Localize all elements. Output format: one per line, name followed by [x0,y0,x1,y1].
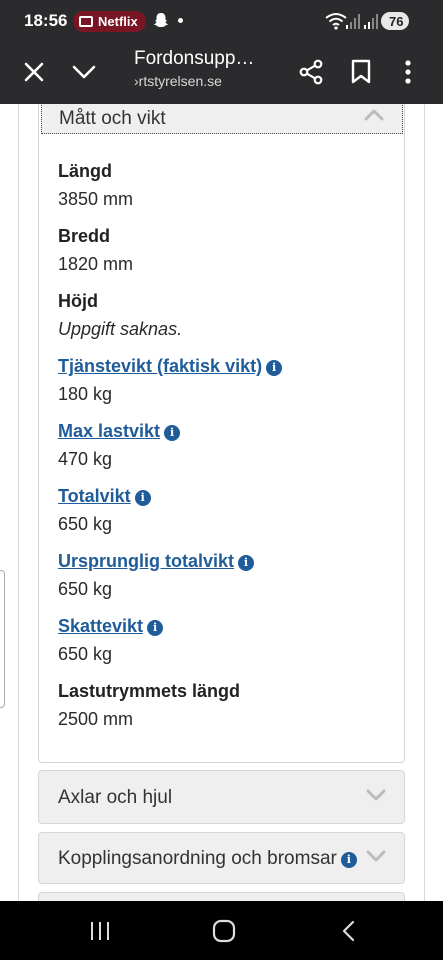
field-label: Längd [58,161,112,181]
notification-dot-icon [178,18,183,23]
close-tab-button[interactable] [18,56,50,88]
chevron-down-icon [72,65,96,79]
browser-toolbar: Fordonsupp… ›rtstyrelsen.se [0,42,443,104]
content-border [18,104,19,901]
recent-apps-icon [91,922,109,940]
side-tab[interactable] [0,570,5,708]
field-value: 650 kg [58,644,113,664]
home-icon [212,919,236,943]
field-tjanstevikt: Tjänstevikt (faktisk vikt) i 180 kg [58,356,283,405]
system-nav-bar [0,901,443,960]
field-hojd: Höjd Uppgift saknas. [58,291,182,340]
netflix-label: Netflix [98,14,138,29]
bookmark-button[interactable] [344,55,378,89]
recent-apps-button[interactable] [80,915,120,947]
matt-och-vikt-header[interactable]: Mått och vikt [41,104,403,134]
accordion-next[interactable] [38,892,405,901]
field-link-row: Ursprunglig totalvikt i [58,551,255,572]
field-link[interactable]: Max lastvikt [58,421,160,442]
snapchat-icon [154,13,168,27]
field-label: Lastutrymmets längd [58,681,241,701]
section-title: Mått och vikt [59,108,166,129]
field-label: Höjd [58,291,98,311]
matt-och-vikt-panel: Mått och vikt Längd 3850 mm Bredd 1820 m… [38,104,405,763]
field-label: Bredd [58,226,111,246]
minimize-button[interactable] [68,56,100,88]
content-border-right [424,104,425,901]
field-value: 650 kg [58,514,113,534]
battery-level: 76 [389,13,404,29]
bookmark-icon [351,59,371,84]
field-link[interactable]: Ursprunglig totalvikt [58,551,234,572]
accordion-label: Axlar och hjul [58,787,173,808]
page-content[interactable]: Mått och vikt Längd 3850 mm Bredd 1820 m… [0,104,443,901]
info-icon[interactable]: i [238,555,255,571]
field-value: Uppgift saknas. [58,319,183,339]
status-bar: 18:56 Netflix 76 [0,0,443,42]
field-value: 180 kg [58,384,113,404]
tv-icon [79,16,93,27]
field-value: 2500 mm [58,709,134,729]
field-langd: Längd 3850 mm [58,161,133,210]
field-lastutrymmets-langd: Lastutrymmets längd 2500 mm [58,681,240,730]
field-bredd: Bredd 1820 mm [58,226,133,275]
info-icon[interactable]: i [134,490,151,506]
page-url: ›rtstyrelsen.se [134,73,222,89]
field-link-row: Skattevikt i [58,616,164,637]
field-link[interactable]: Skattevikt [58,616,143,637]
accordion-axlar-och-hjul[interactable]: Axlar och hjul [38,770,405,824]
accordion-label-row: Kopplingsanordning och bromsar i [58,848,357,870]
info-icon[interactable]: i [266,360,283,376]
accordion-label: Kopplingsanordning och bromsar [58,848,337,869]
signal-icon [346,14,360,29]
chevron-down-icon [366,850,386,862]
field-link[interactable]: Totalvikt [58,486,131,507]
netflix-notification: Netflix [73,11,146,32]
field-ursprunglig-totalvikt: Ursprunglig totalvikt i 650 kg [58,551,255,600]
battery-indicator: 76 [381,12,410,30]
back-button[interactable] [328,915,368,947]
accordion-kopplingsanordning[interactable]: Kopplingsanordning och bromsar i [38,832,405,884]
chevron-down-icon [366,789,386,801]
field-totalvikt: Totalvikt i 650 kg [58,486,151,535]
share-icon [299,59,323,85]
info-icon[interactable]: i [164,425,181,441]
field-link-row: Max lastvikt i [58,421,181,442]
home-button[interactable] [204,915,244,947]
field-value: 1820 mm [58,254,134,274]
info-icon[interactable]: i [147,620,164,636]
field-link-row: Tjänstevikt (faktisk vikt) i [58,356,283,377]
back-icon [342,920,355,942]
field-link-row: Totalvikt i [58,486,151,507]
field-value: 470 kg [58,449,113,469]
share-button[interactable] [294,55,328,89]
more-vertical-icon [405,60,411,84]
close-icon [24,62,44,82]
field-value: 3850 mm [58,189,134,209]
field-skattevikt: Skattevikt i 650 kg [58,616,164,665]
field-max-lastvikt: Max lastvikt i 470 kg [58,421,181,470]
field-link[interactable]: Tjänstevikt (faktisk vikt) [58,356,262,377]
info-icon[interactable]: i [340,852,357,868]
chevron-up-icon [364,109,384,121]
field-value: 650 kg [58,579,113,599]
more-options-button[interactable] [393,55,423,89]
signal-icon-2 [364,14,378,29]
status-time: 18:56 [24,11,68,30]
wifi-icon [325,13,347,30]
page-title: Fordonsupp… [134,48,255,69]
